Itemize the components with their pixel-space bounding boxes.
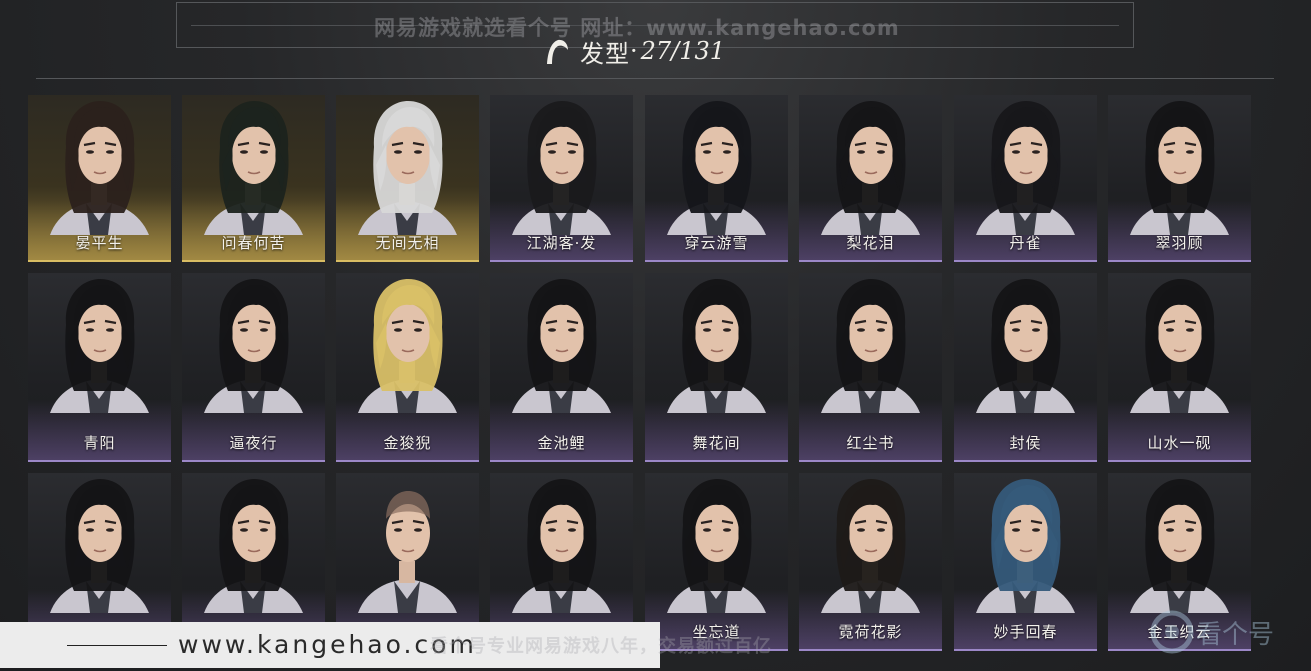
hairstyle-card[interactable]: 红尘书 xyxy=(799,273,942,462)
hairstyle-card[interactable]: 妙手回春 xyxy=(954,473,1097,651)
watermark-mid-text: 看个号专业网易游戏八年，交易额过百亿 xyxy=(430,636,772,657)
hairstyle-portrait xyxy=(821,101,920,235)
card-underline xyxy=(28,460,171,462)
card-underline xyxy=(645,260,788,262)
hairstyle-portrait xyxy=(512,279,611,413)
card-underline xyxy=(799,460,942,462)
hairstyle-portrait xyxy=(667,101,766,235)
title-separator: · xyxy=(630,37,639,65)
card-underline xyxy=(336,260,479,262)
hairstyle-card[interactable]: 山水一砚 xyxy=(1108,273,1251,462)
title-count: 27/131 xyxy=(640,37,726,65)
hairstyle-name: 无间无相 xyxy=(375,234,440,252)
hairstyle-card[interactable]: 坐忘道 xyxy=(645,473,788,651)
hairstyle-portrait xyxy=(821,279,920,413)
hairstyle-card[interactable]: 舞花间 xyxy=(645,273,788,462)
hairstyle-card[interactable]: 丹雀 xyxy=(954,95,1097,262)
hairstyle-portrait xyxy=(1130,101,1229,235)
hairstyle-card[interactable]: 逼夜行 xyxy=(182,273,325,462)
hairstyle-name: 妙手回春 xyxy=(993,623,1058,641)
hairstyle-portrait xyxy=(512,479,611,613)
card-underline xyxy=(28,260,171,262)
hairstyle-portrait xyxy=(667,479,766,613)
hairstyle-card[interactable]: 无间无相 xyxy=(336,95,479,262)
card-underline xyxy=(336,460,479,462)
hairstyle-portrait xyxy=(976,479,1075,613)
hairstyle-name: 穿云游雪 xyxy=(684,234,749,252)
card-underline xyxy=(799,649,942,651)
hairstyle-name: 翠羽顾 xyxy=(1155,234,1204,252)
hairstyle-card[interactable]: 问春何苦 xyxy=(182,95,325,262)
hairstyle-portrait xyxy=(667,279,766,413)
hair-icon xyxy=(547,39,568,64)
title-divider xyxy=(36,78,1274,79)
card-underline xyxy=(1108,260,1251,262)
card-underline xyxy=(954,260,1097,262)
hairstyle-card[interactable]: 翠羽顾 xyxy=(1108,95,1251,262)
hairstyle-name: 舞花间 xyxy=(692,434,741,452)
card-underline xyxy=(490,460,633,462)
card-underline xyxy=(799,260,942,262)
hairstyle-portrait xyxy=(50,279,149,413)
hairstyle-card[interactable]: 梨花泪 xyxy=(799,95,942,262)
hairstyle-card[interactable]: 霓荷花影 xyxy=(799,473,942,651)
hairstyle-card[interactable]: 青阳 xyxy=(28,273,171,462)
hairstyle-portrait xyxy=(204,101,303,235)
hairstyle-name: 青阳 xyxy=(83,434,116,452)
hairstyle-name: 红尘书 xyxy=(846,434,895,452)
watermark-line xyxy=(67,645,167,646)
card-underline xyxy=(182,260,325,262)
hairstyle-portrait xyxy=(204,479,303,613)
hairstyle-card[interactable]: 江湖客·发 xyxy=(490,95,633,262)
hairstyle-portrait xyxy=(512,101,611,235)
hairstyle-portrait xyxy=(358,279,457,413)
card-underline xyxy=(490,260,633,262)
hairstyle-portrait xyxy=(1130,279,1229,413)
hairstyle-name: 梨花泪 xyxy=(846,234,895,252)
hairstyle-name: 丹雀 xyxy=(1009,234,1042,252)
hairstyle-portrait xyxy=(976,279,1075,413)
hairstyle-portrait xyxy=(821,479,920,613)
hairstyle-card[interactable]: 金池鲤 xyxy=(490,273,633,462)
hairstyle-name: 逼夜行 xyxy=(229,434,278,452)
logo-text: 看个号 xyxy=(1196,619,1275,650)
hairstyle-portrait xyxy=(1130,479,1229,613)
hairstyle-name: 晏平生 xyxy=(75,234,124,252)
hairstyle-portrait xyxy=(358,491,457,613)
hairstyle-card[interactable]: 金狻猊 xyxy=(336,273,479,462)
hairstyle-card[interactable]: 晏平生 xyxy=(28,95,171,262)
hairstyle-portrait xyxy=(50,101,149,235)
logo-icon xyxy=(1150,610,1194,654)
card-underline xyxy=(954,460,1097,462)
card-underline xyxy=(954,649,1097,651)
hairstyle-card[interactable]: 封侯 xyxy=(954,273,1097,462)
hairstyle-portrait xyxy=(50,479,149,613)
watermark-logo: 看个号 xyxy=(1150,610,1274,654)
hairstyle-portrait xyxy=(358,101,457,235)
panel-title: 发型 · 27/131 xyxy=(544,34,725,68)
hairstyle-name: 霓荷花影 xyxy=(838,623,903,641)
hairstyle-portrait xyxy=(204,279,303,413)
hairstyle-name: 金池鲤 xyxy=(537,434,586,452)
card-underline xyxy=(182,460,325,462)
hairstyle-name: 封侯 xyxy=(1009,434,1042,452)
hairstyle-name: 山水一砚 xyxy=(1147,434,1212,452)
hairstyle-card[interactable]: 穿云游雪 xyxy=(645,95,788,262)
hairstyle-name: 江湖客·发 xyxy=(526,234,597,252)
hairstyle-name: 金狻猊 xyxy=(383,434,432,452)
hairstyle-name: 问春何苦 xyxy=(221,234,286,252)
title-label: 发型 xyxy=(580,39,630,68)
card-underline xyxy=(1108,460,1251,462)
card-underline xyxy=(645,460,788,462)
hairstyle-portrait xyxy=(976,101,1075,235)
